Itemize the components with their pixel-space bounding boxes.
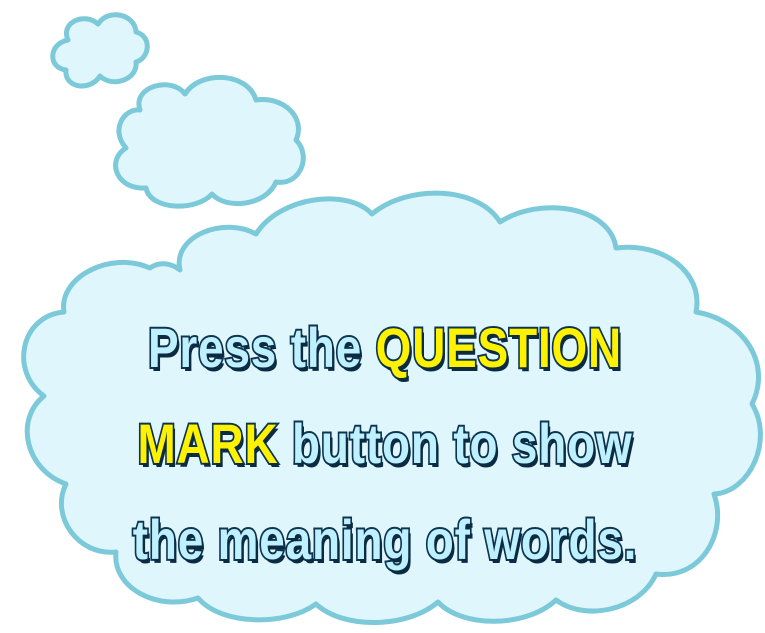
hint-text-button-to-show: button to show — [278, 410, 633, 477]
hint-highlight-question: QUESTION — [374, 314, 623, 381]
hint-line-1: Press the QUESTION — [127, 300, 644, 396]
hint-line-2: MARK button to show — [127, 396, 644, 492]
small-thought-cloud — [50, 12, 150, 89]
hint-message: Press the QUESTION MARK button to show t… — [127, 300, 644, 588]
hint-highlight-mark: MARK — [136, 410, 279, 477]
hint-text-meaning-of-words: the meaning of words. — [131, 506, 638, 573]
hint-text-press-the: Press the — [146, 314, 376, 381]
hint-screen: Press the QUESTION MARK button to show t… — [0, 0, 765, 633]
medium-thought-cloud — [113, 74, 306, 209]
hint-line-3: the meaning of words. — [127, 492, 644, 588]
